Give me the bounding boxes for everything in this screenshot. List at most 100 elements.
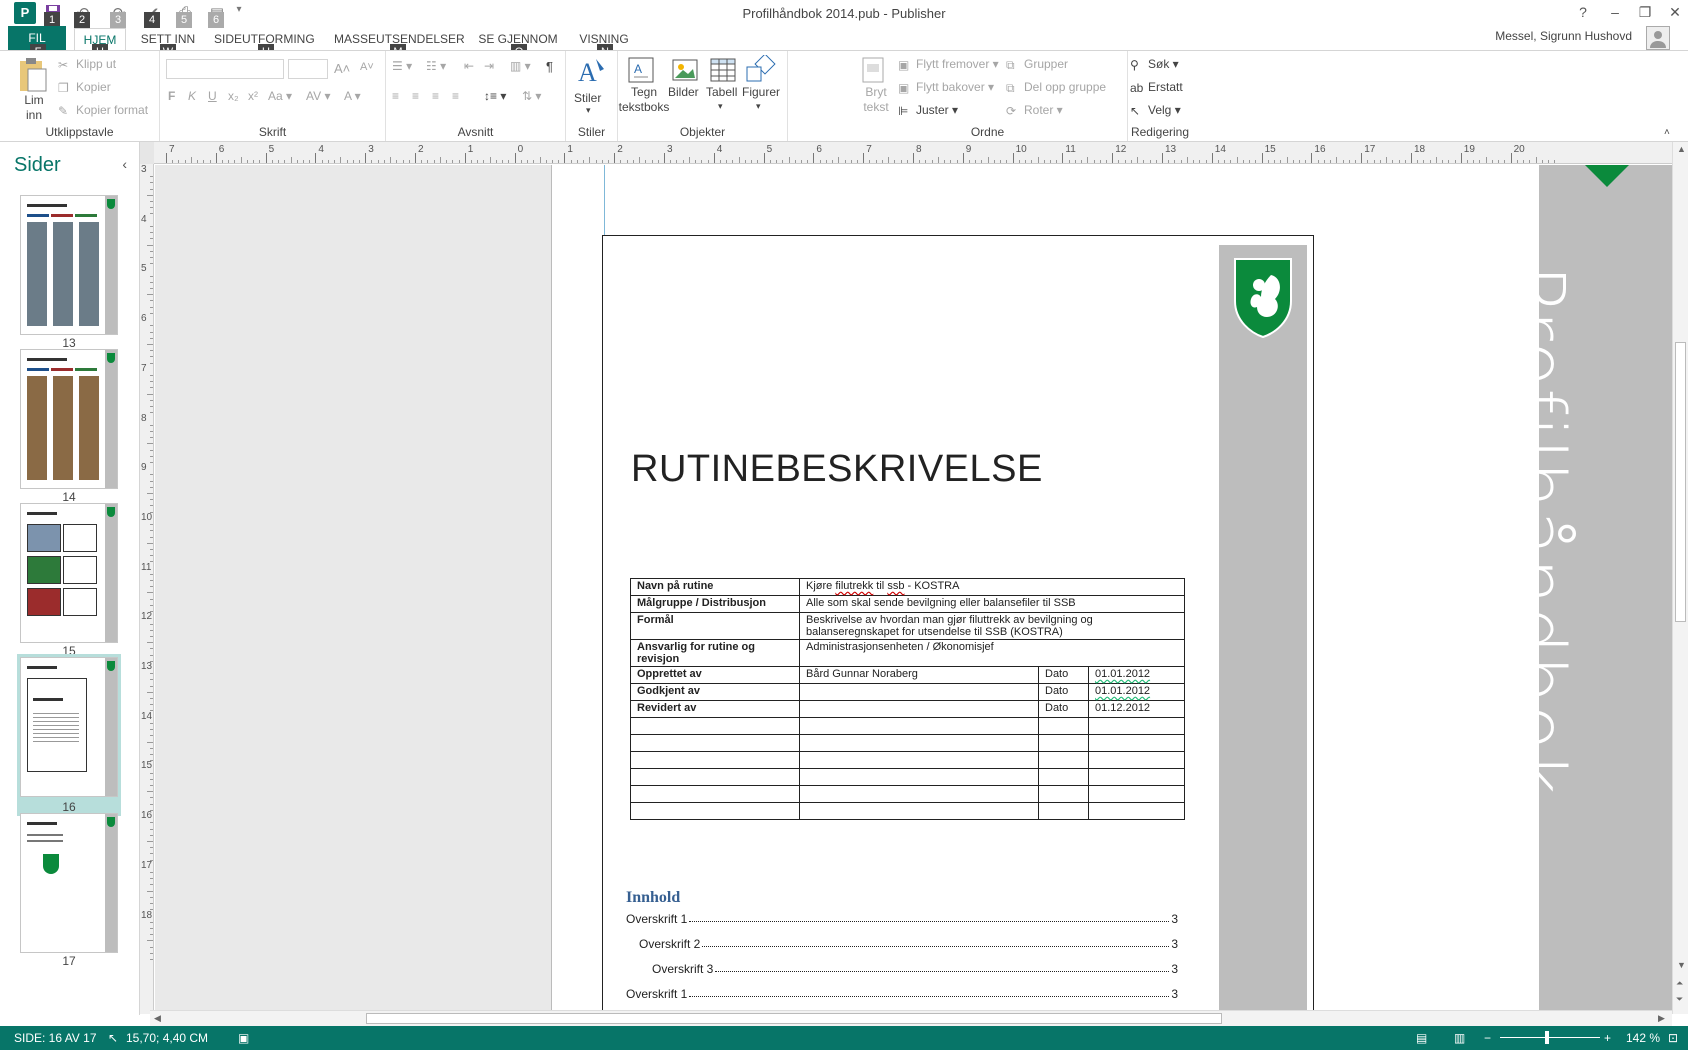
table-cell[interactable] [1088,717,1185,735]
subscript-icon[interactable]: x₂ [228,89,239,103]
decrease-indent-icon[interactable]: ⇤ [464,59,474,73]
table-cell[interactable] [799,734,1039,752]
routine-table[interactable]: Navn på rutine Kjøre filutrekk til ssb -… [630,578,1185,820]
table-cell[interactable] [799,768,1039,786]
select-button[interactable]: ↖ Velg ▾ [1130,103,1181,118]
scroll-down-icon[interactable]: ▼ [1677,960,1686,970]
font-size-combo[interactable] [288,59,328,79]
responsible-value[interactable]: Administrasjonsenheten / Økonomisjef [799,639,1185,667]
table-cell[interactable] [799,717,1039,735]
italic-icon[interactable]: K [188,89,196,103]
vertical-scrollbar[interactable]: ▲ ▼ ⏶ ⏷ [1672,142,1688,1014]
help-button[interactable]: ? [1568,4,1598,26]
pilcrow-icon[interactable]: ¶ [546,59,553,74]
paragraph-spacing-icon[interactable]: ⇅ ▾ [522,89,541,103]
align-left-icon[interactable]: ≡ [392,89,399,103]
previous-page-icon[interactable]: ⏶ [1676,978,1683,989]
ungroup-button[interactable]: ⧉ Del opp gruppe [1006,80,1106,95]
table-dropdown-icon[interactable]: ▾ [718,101,723,112]
wrap-text-button[interactable]: Bryt tekst [858,85,894,115]
vertical-ruler[interactable]: 3 4 5 6 7 8 9 10 11 12 13 14 15 16 17 18 [140,164,154,1014]
horizontal-ruler[interactable]: 7 6 5 4 3 2 1 0 1 2 3 4 5 6 7 8 9 10 11 12 13 14 15 16 17 18 19 20 [154,142,1672,164]
character-spacing-icon[interactable]: AV ▾ [306,89,330,103]
align-center-icon[interactable]: ≡ [412,89,419,103]
purpose-value[interactable]: Beskrivelse av hvordan man gjør filuttre… [799,612,1185,640]
table-cell[interactable] [799,802,1039,820]
toc-entry[interactable]: Overskrift 13 [626,987,1178,1001]
zoom-out-button[interactable]: − [1484,1031,1491,1045]
zoom-in-button[interactable]: + [1604,1031,1611,1045]
table-cell[interactable] [799,785,1039,803]
table-cell[interactable] [1038,751,1089,769]
paste-button[interactable]: Lim inn [20,93,48,123]
table-cell[interactable] [630,802,800,820]
document-heading[interactable]: RUTINEBESKRIVELSE [631,448,1043,491]
toc-entry[interactable]: Overskrift 23 [639,937,1178,951]
styles-button[interactable]: Stiler [574,91,601,105]
cut-button[interactable]: ✂ Klipp ut [58,57,116,72]
table-cell[interactable] [630,717,800,735]
paste-icon[interactable] [16,57,48,92]
group-button[interactable]: ⧉ Grupper [1006,57,1068,72]
table-cell[interactable] [630,751,800,769]
font-color-icon[interactable]: A ▾ [344,89,361,103]
table-cell[interactable] [630,785,800,803]
table-cell[interactable] [1088,802,1185,820]
zoom-level[interactable]: 142 % [1626,1031,1660,1045]
underline-icon[interactable]: U [208,89,217,103]
shrink-font-icon[interactable]: A˅ [360,61,374,73]
routine-name-value[interactable]: Kjøre filutrekk til ssb - KOSTRA [799,578,1185,596]
send-backward-button[interactable]: ▣ Flytt bakover ▾ [898,80,994,95]
table-cell[interactable] [1038,717,1089,735]
styles-icon[interactable]: A [576,55,608,87]
shapes-button[interactable]: Figurer [742,85,780,99]
minimize-button[interactable]: – [1600,4,1630,26]
scroll-up-icon[interactable]: ▲ [1677,144,1686,154]
copy-button[interactable]: ❐ Kopier [58,80,111,95]
table-cell[interactable] [1038,768,1089,786]
grow-font-icon[interactable]: A˄ [334,61,350,76]
table-cell[interactable] [1088,785,1185,803]
change-case-icon[interactable]: Aa ▾ [268,89,292,103]
table-cell[interactable] [1038,785,1089,803]
collapse-ribbon-icon[interactable]: ˄ [1664,127,1670,138]
table-icon[interactable] [708,55,740,87]
table-cell[interactable] [1088,768,1185,786]
superscript-icon[interactable]: x² [248,89,258,103]
styles-dropdown-icon[interactable]: ▾ [586,105,591,116]
justify-icon[interactable]: ≡ [452,89,459,103]
two-page-view-icon[interactable]: ▥ [1454,1031,1465,1045]
close-button[interactable]: ✕ [1660,4,1688,26]
page-thumbnail-16[interactable]: 16 [17,654,121,816]
pictures-icon[interactable] [670,55,702,87]
horizontal-scroll-thumb[interactable] [366,1013,1222,1024]
bold-icon[interactable]: F [168,89,175,103]
shapes-icon[interactable] [744,53,776,87]
fit-page-icon[interactable]: ⊡ [1668,1031,1678,1045]
horizontal-scrollbar[interactable]: ◀ ▶ [150,1010,1672,1026]
restore-button[interactable]: ❐ [1630,4,1660,26]
next-page-icon[interactable]: ⏷ [1676,994,1683,1005]
toc-entry[interactable]: Overskrift 33 [652,962,1178,976]
shapes-dropdown-icon[interactable]: ▾ [756,101,761,112]
single-page-view-icon[interactable]: ▤ [1416,1031,1427,1045]
table-cell[interactable] [630,734,800,752]
toc-entry[interactable]: Overskrift 13 [626,912,1178,926]
scroll-left-icon[interactable]: ◀ [154,1013,161,1024]
table-cell[interactable] [799,751,1039,769]
columns-icon[interactable]: ▥ ▾ [510,59,531,73]
zoom-slider-thumb[interactable] [1545,1031,1549,1044]
collapse-pane-icon[interactable]: ‹ [122,156,127,172]
increase-indent-icon[interactable]: ⇥ [484,59,494,73]
pictures-button[interactable]: Bilder [668,85,699,99]
rotate-button[interactable]: ⟳ Roter ▾ [1006,103,1063,118]
zoom-slider[interactable] [1500,1037,1600,1038]
line-spacing-icon[interactable]: ↕≡ ▾ [484,89,506,103]
page-thumbnail-17[interactable]: 17 [17,810,121,970]
table-cell[interactable] [1038,734,1089,752]
vertical-scroll-thumb[interactable] [1675,342,1686,622]
table-cell[interactable] [1088,751,1185,769]
format-painter-button[interactable]: ✎ Kopier format [58,103,148,118]
find-button[interactable]: ⚲ Søk ▾ [1130,57,1179,72]
revised-by-value[interactable] [799,700,1039,718]
